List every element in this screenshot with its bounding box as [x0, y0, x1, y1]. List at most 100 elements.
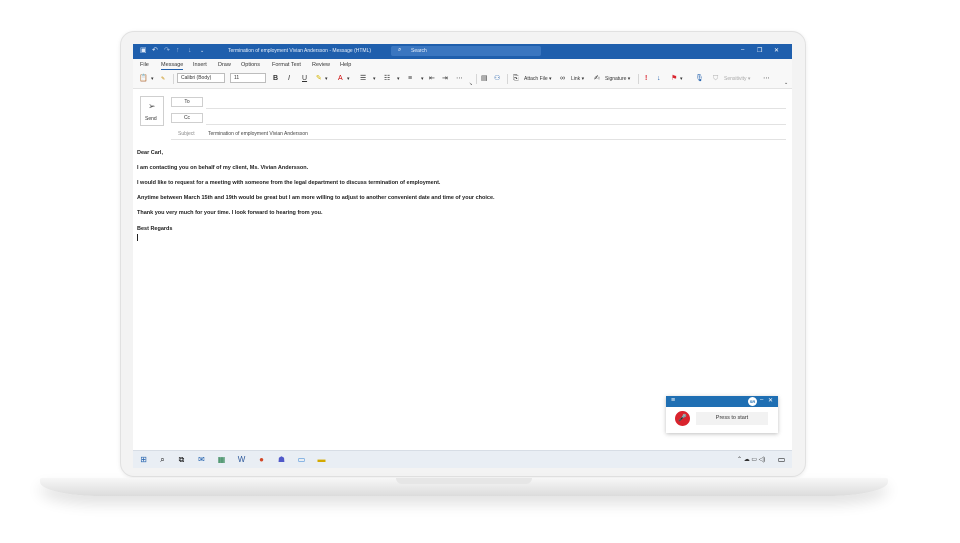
underline-icon[interactable]: U	[302, 75, 307, 83]
to-button[interactable]: To	[171, 97, 203, 107]
tab-help[interactable]: Help	[340, 62, 351, 68]
highlight-icon[interactable]: ✎	[316, 75, 322, 83]
window-title: Termination of employment Vivian Anderss…	[228, 48, 372, 54]
ribbon: 📋 ▾ ✎ Calibri (Body) 11 B I U ✎ ▾ A ▾ ☰ …	[133, 70, 792, 89]
avatar[interactable]: SR	[748, 397, 757, 406]
excel-app-icon[interactable]: ▦	[216, 454, 227, 465]
ribbon-divider	[173, 74, 174, 84]
decrease-indent-icon[interactable]: ⇤	[429, 75, 435, 83]
redo-icon[interactable]: ↷	[164, 47, 170, 55]
tab-options[interactable]: Options	[241, 62, 260, 68]
attach-file-label: Attach File	[524, 76, 548, 82]
word-app-icon[interactable]: W	[236, 454, 247, 465]
ribbon-divider	[507, 74, 508, 84]
signature-label: Signature	[605, 76, 627, 82]
tab-insert[interactable]: Insert	[193, 62, 207, 68]
down-icon[interactable]: ↓	[188, 47, 192, 55]
address-book-icon[interactable]: ▤	[481, 75, 488, 83]
save-icon[interactable]: ▣	[140, 47, 147, 55]
hamburger-menu-icon[interactable]: ≡	[671, 397, 675, 404]
numbering-icon[interactable]: ☷	[384, 75, 390, 83]
highlight-dropdown-icon[interactable]: ▾	[325, 75, 328, 83]
send-button[interactable]: ➢ Send	[140, 96, 164, 126]
signature-button[interactable]: Signature ▾	[605, 75, 630, 83]
more-options-icon[interactable]: ⋯	[763, 75, 770, 83]
send-label: Send	[145, 116, 157, 122]
minimize-icon[interactable]: –	[741, 47, 744, 53]
to-field[interactable]	[206, 108, 786, 109]
align-dropdown-icon[interactable]: ▾	[421, 75, 424, 83]
low-importance-icon[interactable]: ↓	[657, 75, 661, 83]
paperclip-icon[interactable]: ⎘	[513, 75, 519, 83]
dictate-icon[interactable]: 🎙	[695, 75, 704, 83]
up-icon[interactable]: ↑	[176, 47, 180, 55]
bullets-dropdown-icon[interactable]: ▾	[373, 75, 376, 83]
customize-chevron-icon[interactable]: ⌄	[200, 47, 204, 55]
minimize-icon[interactable]: –	[760, 397, 763, 403]
restore-icon[interactable]: ❐	[757, 47, 762, 54]
bullets-icon[interactable]: ☰	[360, 75, 366, 83]
font-color-dropdown-icon[interactable]: ▾	[347, 75, 350, 83]
microphone-button[interactable]: 🎤	[675, 411, 690, 426]
font-size-select[interactable]: 11	[230, 73, 266, 83]
body-line: Anytime between March 15th and 19th woul…	[137, 195, 495, 201]
teams-app-icon[interactable]: ☗	[276, 454, 287, 465]
sensitivity-icon: ⛉	[713, 75, 719, 82]
search-placeholder: Search	[411, 48, 427, 54]
align-icon[interactable]: ≡	[408, 75, 412, 83]
body-line: I would like to request for a meeting wi…	[137, 180, 441, 186]
cc-button[interactable]: Cc	[171, 113, 203, 123]
increase-indent-icon[interactable]: ⇥	[442, 75, 448, 83]
high-importance-icon[interactable]: !	[645, 75, 647, 83]
link-icon[interactable]: ∞	[560, 75, 565, 83]
ribbon-collapse-icon[interactable]: ⌄	[784, 79, 788, 87]
italic-icon[interactable]: I	[288, 75, 290, 83]
format-painter-icon[interactable]: ✎	[161, 75, 165, 83]
close-icon[interactable]: ✕	[774, 47, 779, 54]
file-explorer-icon[interactable]: ▬	[316, 454, 327, 465]
tab-draw[interactable]: Draw	[218, 62, 231, 68]
tab-file[interactable]: File	[140, 62, 149, 68]
font-family-value: Calibri (Body)	[181, 75, 212, 81]
powerpoint-app-icon[interactable]: ●	[256, 454, 267, 465]
remote-desktop-icon[interactable]: ▭	[296, 454, 307, 465]
font-family-select[interactable]: Calibri (Body)	[177, 73, 225, 83]
dialog-launcher-icon[interactable]: ↘	[469, 80, 472, 88]
windows-start-icon[interactable]: ⊞	[138, 454, 149, 465]
font-color-icon[interactable]: A	[338, 75, 343, 83]
cc-field[interactable]	[206, 124, 786, 125]
paste-dropdown-icon[interactable]: ▾	[151, 75, 154, 83]
text-cursor	[137, 234, 138, 241]
press-to-start-label: Press to start	[715, 415, 749, 421]
flag-dropdown-icon[interactable]: ▾	[680, 75, 683, 83]
microphone-icon: 🎤	[678, 415, 687, 422]
taskbar-search-icon[interactable]: ⌕	[157, 454, 168, 465]
flag-icon[interactable]: ⚑	[671, 75, 677, 83]
ribbon-divider	[476, 74, 477, 84]
tab-format-text[interactable]: Format Text	[272, 62, 301, 68]
attach-file-button[interactable]: Attach File ▾	[524, 75, 552, 83]
signature-icon[interactable]: ✍	[594, 75, 600, 83]
paste-icon[interactable]: 📋	[139, 75, 148, 83]
send-icon: ➢	[148, 101, 156, 111]
bold-icon[interactable]: B	[273, 75, 278, 83]
tab-message[interactable]: Message	[161, 62, 184, 70]
numbering-dropdown-icon[interactable]: ▾	[397, 75, 400, 83]
subject-field[interactable]: Termination of employment Vivian Anderss…	[208, 131, 308, 137]
notification-icon[interactable]: ▭	[776, 454, 787, 465]
task-view-icon[interactable]: ⧉	[176, 454, 187, 465]
laptop-notch	[396, 478, 532, 484]
system-tray[interactable]: ⌃ ☁ ▭ ◁)	[737, 456, 765, 463]
close-icon[interactable]: ✕	[768, 397, 773, 404]
press-to-start-button[interactable]: Press to start	[696, 412, 768, 425]
search-icon: ⌕	[398, 47, 402, 53]
outlook-app-icon[interactable]: ✉	[196, 454, 207, 465]
search-box[interactable]: ⌕ Search	[391, 46, 541, 56]
check-names-icon[interactable]: ⚇	[494, 75, 500, 83]
link-button[interactable]: Link ▾	[571, 75, 584, 83]
subject-underline	[171, 139, 786, 140]
tab-review[interactable]: Review	[312, 62, 330, 68]
undo-icon[interactable]: ↶	[152, 47, 158, 55]
voice-widget-header: ≡ SR – ✕	[666, 396, 778, 407]
more-format-icon[interactable]: ⋯	[456, 75, 463, 83]
